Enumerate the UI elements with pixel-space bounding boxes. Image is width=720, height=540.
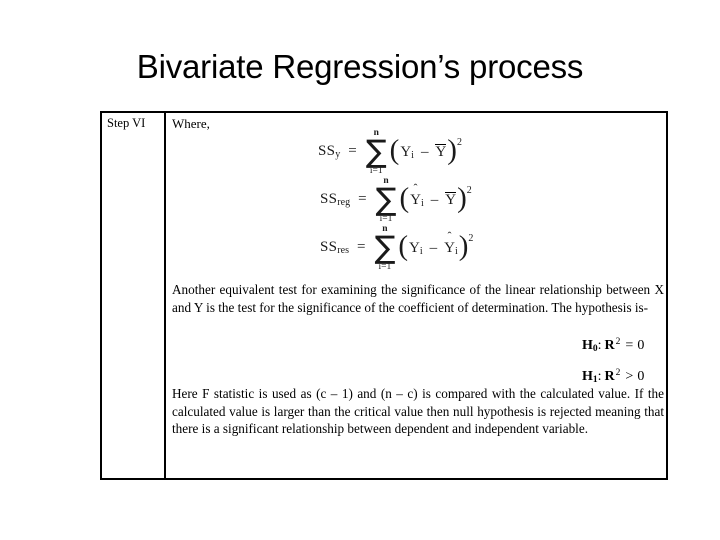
sigma-glyph: ∑ (365, 133, 387, 170)
sigma-glyph: ∑ (375, 181, 397, 218)
paragraph-hypothesis-intro: Another equivalent test for examining th… (172, 282, 664, 315)
close-paren: ) (457, 182, 467, 214)
parenthesized-expression: ( Yi – ˆ Yi ) 2 (398, 228, 474, 262)
hypothesis-block: H0: R2 = 0 H1: R2 >0 (582, 330, 644, 392)
summation-symbol: n ∑ i=1 (366, 128, 387, 177)
equation-lhs: SSreg (320, 190, 351, 208)
step-label: Step VI (107, 116, 146, 130)
hat-accent: ˆ (413, 180, 418, 195)
equation-ss-residual: SSres = n ∑ i=1 ( Yi – ˆ Yi ) 2 (318, 223, 578, 273)
minus-operator: – (430, 191, 439, 208)
paragraph-f-statistic: Here F statistic is used as (c – 1) and … (172, 386, 664, 437)
parenthesized-expression: ( ˆ Yi – Y ) 2 (399, 180, 472, 214)
close-paren: ) (447, 134, 457, 166)
equation-ss-regression: SSreg = n ∑ i=1 ( ˆ Yi – Y ) 2 (318, 175, 578, 225)
parenthesized-expression: ( Yi – Y ) 2 (389, 134, 462, 166)
equals-sign: = (356, 238, 366, 255)
second-term: Y (445, 191, 457, 208)
close-paren: ) (458, 230, 469, 262)
exponent: 2 (466, 184, 472, 196)
exponent: 2 (468, 232, 474, 244)
summation-symbol: n ∑ i=1 (376, 176, 397, 225)
equation-lhs: SSy (318, 142, 341, 160)
equals-sign: = (348, 142, 357, 159)
equation-ss-total: SSy = n ∑ i=1 ( Yi – Y ) 2 (318, 127, 578, 177)
open-paren: ( (399, 182, 410, 214)
null-hypothesis: H0: R2 = 0 (582, 337, 645, 354)
equation-lhs: SSres (320, 238, 349, 256)
step-column: Step VI (102, 113, 166, 478)
step-table: Step VI Where, SSy = n ∑ i=1 ( Yi – Y ) (100, 111, 668, 480)
first-term: Yi (400, 143, 414, 161)
exponent: 2 (456, 136, 462, 148)
summation-lower-limit: i=1 (378, 261, 392, 272)
page-title: Bivariate Regression’s process (136, 48, 584, 85)
open-paren: ( (398, 230, 408, 262)
open-paren: ( (389, 134, 400, 166)
first-term: ˆ Yi (410, 180, 424, 209)
sigma-glyph: ∑ (374, 229, 396, 266)
equals-sign: = (358, 190, 367, 207)
minus-operator: – (420, 143, 429, 160)
equation-block: SSy = n ∑ i=1 ( Yi – Y ) 2 SSreg = n ∑ i… (318, 127, 578, 273)
second-term: Y (435, 143, 447, 160)
content-column: Where, SSy = n ∑ i=1 ( Yi – Y ) 2 SSreg … (166, 113, 666, 478)
minus-operator: – (429, 239, 438, 256)
summation-symbol: n ∑ i=1 (374, 224, 395, 273)
second-term: ˆ Yi (444, 228, 458, 257)
first-term: Yi (409, 239, 423, 257)
hat-accent: ˆ (447, 228, 452, 243)
